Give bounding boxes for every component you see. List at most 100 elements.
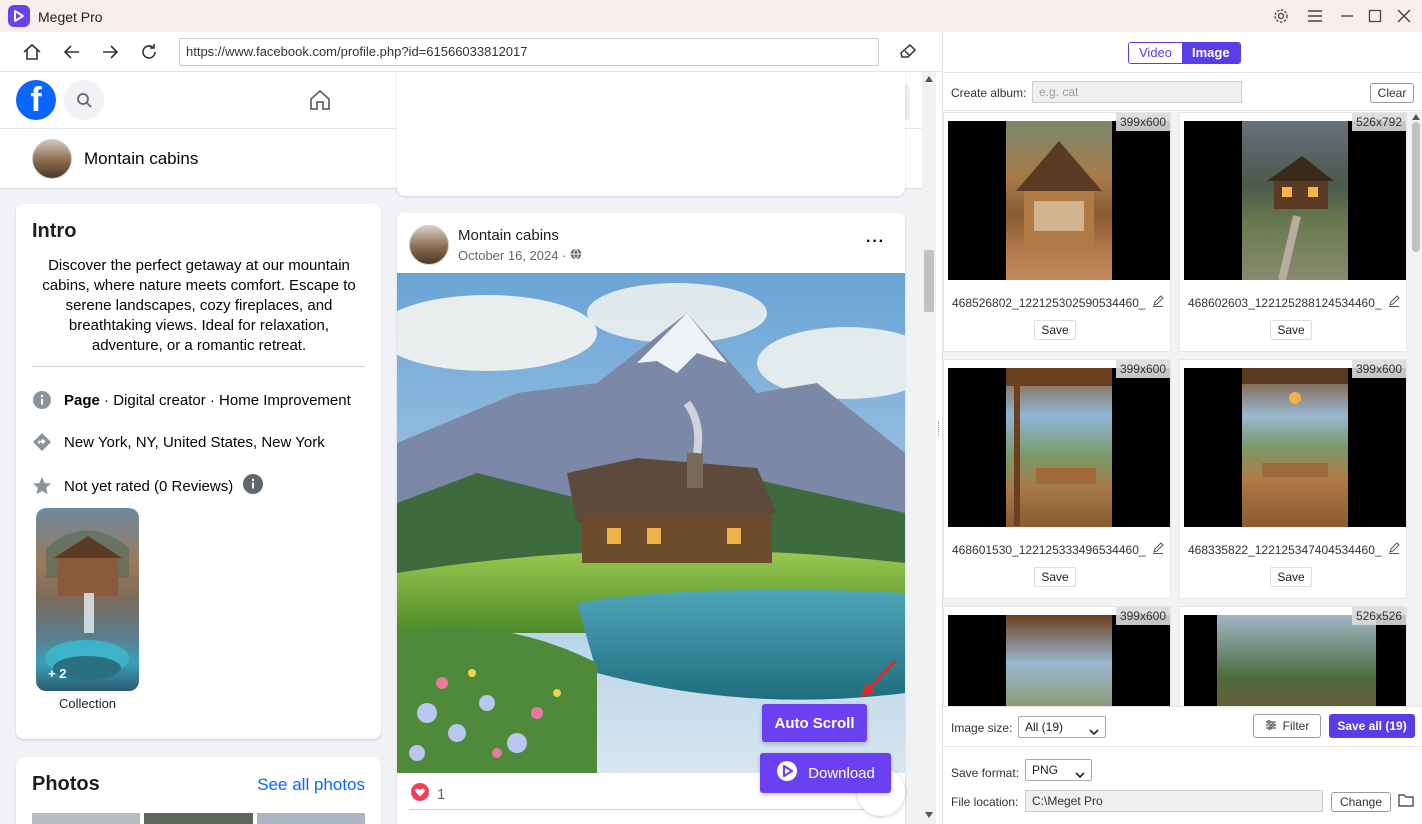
app-logo-icon (8, 5, 30, 27)
forward-icon[interactable] (98, 40, 122, 64)
image-tile[interactable]: 399x600 468526802_122125302590534460_ Sa… (943, 112, 1171, 352)
photos-title: Photos (32, 773, 100, 795)
splitter-grip (938, 422, 940, 436)
back-icon[interactable] (60, 40, 84, 64)
download-button[interactable]: Download (760, 753, 891, 793)
browser-toolbar: https://www.facebook.com/profile.php?id=… (0, 32, 942, 72)
save-button[interactable]: Save (1270, 320, 1312, 340)
settings-icon[interactable] (1271, 6, 1291, 26)
edit-icon[interactable] (1388, 542, 1400, 557)
save-button[interactable]: Save (1034, 567, 1076, 587)
save-button[interactable]: Save (1270, 567, 1312, 587)
collection-more-count: + 2 (48, 666, 67, 681)
image-thumbnail[interactable] (948, 615, 1170, 706)
reactions-row[interactable]: 1 (411, 783, 445, 805)
clear-button[interactable]: Clear (1370, 83, 1414, 103)
rating-info-icon[interactable] (243, 474, 264, 498)
post-image[interactable] (397, 273, 905, 773)
page-avatar[interactable] (32, 139, 72, 179)
image-tile[interactable]: 399x600 (943, 606, 1171, 706)
scroll-up-icon[interactable] (925, 76, 933, 82)
intro-description: Discover the perfect getaway at our moun… (42, 257, 356, 354)
search-icon[interactable] (64, 80, 104, 120)
change-location-button[interactable]: Change (1331, 792, 1391, 812)
image-thumbnail[interactable] (1184, 121, 1406, 280)
post-author-name[interactable]: Montain cabins (458, 227, 559, 244)
image-filename: 468335822_122125347404534460_ (1188, 542, 1400, 557)
tab-image[interactable]: Image (1182, 43, 1240, 63)
scroll-up-icon[interactable] (1412, 114, 1420, 120)
clear-cache-icon[interactable] (896, 40, 920, 64)
title-bar: Meget Pro (0, 0, 1422, 32)
image-dimensions: 399x600 (1115, 607, 1170, 625)
reactions-count: 1 (437, 785, 446, 803)
post-date[interactable]: October 16, 2024 · (458, 248, 582, 263)
image-filename: 468526802_122125302590534460_ (952, 295, 1164, 310)
home-icon[interactable] (20, 40, 44, 64)
splitter[interactable] (936, 72, 942, 824)
save-format-select[interactable]: PNG (1025, 759, 1092, 781)
image-thumbnail[interactable] (1184, 368, 1406, 527)
scrollbar-thumb[interactable] (924, 250, 934, 312)
image-size-label: Image size: (951, 721, 1013, 735)
image-dimensions: 526x792 (1351, 113, 1406, 131)
edit-icon[interactable] (1152, 542, 1164, 557)
image-tile[interactable]: 526x526 (1179, 606, 1407, 706)
page-scrollbar[interactable] (922, 72, 936, 824)
image-size-value: All (19) (1025, 720, 1064, 734)
image-tile[interactable]: 399x600 468601530_122125333496534460_ Sa… (943, 359, 1171, 599)
scrollbar-thumb[interactable] (1412, 122, 1420, 252)
category-bold: Page (64, 391, 100, 409)
filter-icon (1265, 719, 1277, 734)
maximize-icon[interactable] (1365, 6, 1385, 26)
image-filename: 468602603_122125288124534460_ (1188, 295, 1400, 310)
image-filename: 468601530_122125333496534460_ (952, 542, 1164, 557)
save-format-value: PNG (1032, 763, 1059, 777)
file-location-input[interactable]: C:\Meget Pro (1025, 790, 1323, 812)
image-thumbnail[interactable] (948, 121, 1170, 280)
photo-thumbnail[interactable] (257, 813, 365, 824)
image-dimensions: 399x600 (1115, 113, 1170, 131)
reload-icon[interactable] (137, 40, 161, 64)
nav-home-icon[interactable] (306, 86, 334, 114)
post-author-avatar[interactable] (409, 225, 449, 265)
star-icon (32, 476, 52, 496)
menu-icon[interactable] (1305, 6, 1325, 26)
image-tile[interactable]: 526x792 468602603_122125288124534460_ Sa… (1179, 112, 1407, 352)
tab-video[interactable]: Video (1129, 43, 1183, 63)
album-name-input[interactable]: e.g. cat (1032, 81, 1242, 103)
auto-scroll-button[interactable]: Auto Scroll (762, 704, 867, 742)
filename-text: 468602603_122125288124534460_ (1188, 295, 1382, 310)
panel-divider (943, 706, 1422, 707)
save-button[interactable]: Save (1034, 320, 1076, 340)
filter-button[interactable]: Filter (1253, 714, 1321, 738)
filename-text: 468335822_122125347404534460_ (1188, 542, 1382, 557)
info-icon (32, 390, 52, 410)
url-input[interactable]: https://www.facebook.com/profile.php?id=… (179, 38, 879, 66)
scroll-down-icon[interactable] (925, 812, 933, 818)
folder-icon[interactable] (1398, 793, 1414, 810)
download-label: Download (808, 764, 875, 782)
image-tile[interactable]: 399x600 468335822_122125347404534460_ Sa… (1179, 359, 1407, 599)
edit-icon[interactable] (1152, 295, 1164, 310)
rating-row: Not yet rated (0 Reviews) (32, 474, 264, 498)
post-more-button[interactable]: ··· (866, 233, 885, 251)
page-name[interactable]: Montain cabins (84, 149, 198, 169)
photo-thumbnail[interactable] (32, 813, 140, 824)
close-icon[interactable] (1394, 6, 1414, 26)
image-thumbnail[interactable] (948, 368, 1170, 527)
file-location-label: File location: (951, 795, 1019, 809)
filename-text: 468601530_122125333496534460_ (952, 542, 1146, 557)
image-thumbnail[interactable] (1184, 615, 1406, 706)
minimize-icon[interactable] (1337, 6, 1357, 26)
edit-icon[interactable] (1388, 295, 1400, 310)
save-all-button[interactable]: Save all (19) (1329, 714, 1415, 738)
collection-thumbnail[interactable]: + 2 (36, 508, 139, 691)
photo-thumbnail[interactable] (144, 813, 253, 824)
globe-icon (570, 248, 582, 263)
see-all-photos-link[interactable]: See all photos (257, 775, 365, 795)
image-grid-scrollbar[interactable] (1409, 112, 1422, 706)
image-size-select[interactable]: All (19) (1018, 716, 1106, 738)
create-album-label: Create album: (951, 86, 1027, 100)
facebook-logo-icon[interactable]: f (16, 80, 56, 120)
